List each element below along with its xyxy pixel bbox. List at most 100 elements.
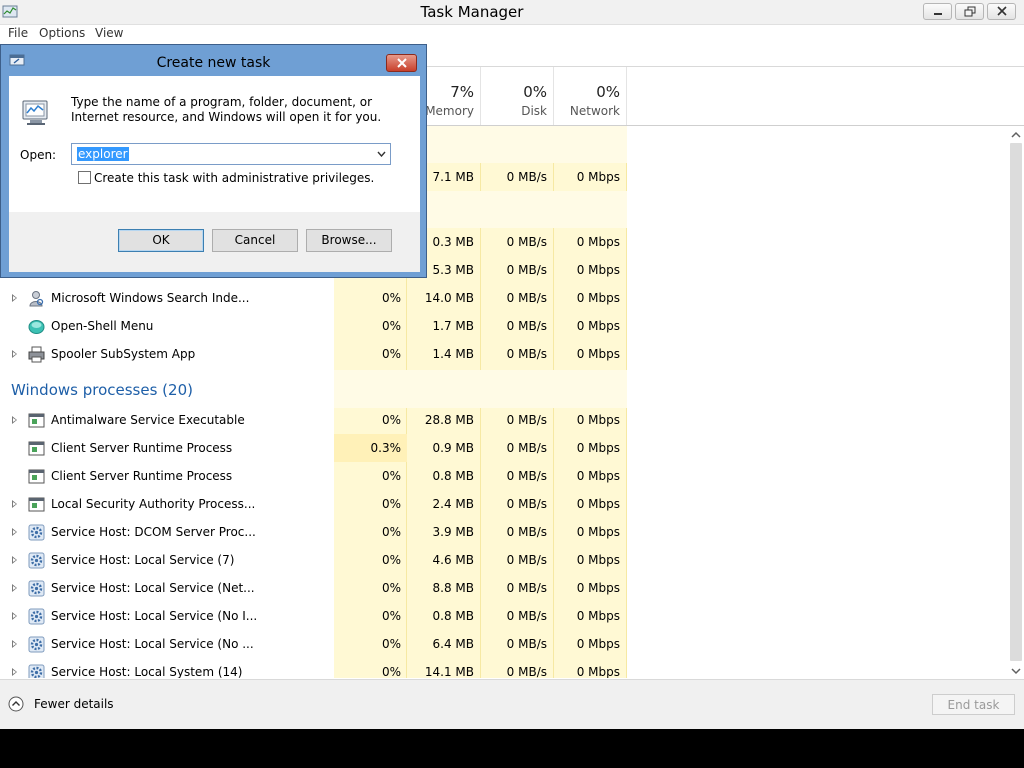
- column-disk[interactable]: 0% Disk: [481, 67, 554, 125]
- table-row[interactable]: Open-Shell Menu 0% 1.7 MB 0 MB/s 0 Mbps: [0, 312, 1007, 340]
- scroll-up-icon[interactable]: [1010, 129, 1022, 141]
- table-row[interactable]: Service Host: Local Service (Net... 0% 8…: [0, 574, 1007, 602]
- network-cell: 0 Mbps: [576, 319, 620, 333]
- minimize-icon: [934, 13, 942, 15]
- network-cell: 0 Mbps: [576, 170, 620, 184]
- table-row[interactable]: Microsoft Windows Search Inde... 0% 14.0…: [0, 284, 1007, 312]
- network-cell: 0 Mbps: [576, 347, 620, 361]
- chevron-down-icon[interactable]: [377, 151, 386, 157]
- disk-cell: 0 MB/s: [506, 263, 547, 277]
- disk-cell: 0 MB/s: [506, 553, 547, 567]
- network-cell: 0 Mbps: [576, 581, 620, 595]
- admin-privileges-checkbox[interactable]: [78, 171, 91, 184]
- scrollbar-thumb[interactable]: [1010, 143, 1022, 661]
- expand-chevron-icon[interactable]: [12, 584, 17, 592]
- table-row[interactable]: Local Security Authority Process... 0% 2…: [0, 490, 1007, 518]
- process-name: Service Host: Local Service (7): [51, 553, 235, 567]
- cpu-cell: 0.3%: [370, 441, 402, 455]
- table-row[interactable]: Spooler SubSystem App 0% 1.4 MB 0 MB/s 0…: [0, 340, 1007, 368]
- menu-options[interactable]: Options: [39, 26, 85, 40]
- close-icon: [997, 6, 1007, 16]
- open-combobox[interactable]: explorer: [71, 143, 391, 165]
- disk-cell: 0 MB/s: [506, 441, 547, 455]
- end-task-button[interactable]: End task: [932, 694, 1015, 715]
- run-program-icon: [22, 100, 48, 125]
- disk-cell: 0 MB/s: [506, 413, 547, 427]
- minimize-button[interactable]: [923, 3, 952, 20]
- title-bar[interactable]: Task Manager: [0, 0, 1024, 25]
- table-row[interactable]: Service Host: Local Service (No I... 0% …: [0, 602, 1007, 630]
- menu-view[interactable]: View: [95, 26, 123, 40]
- disk-label: Disk: [521, 104, 547, 118]
- disk-cell: 0 MB/s: [506, 469, 547, 483]
- cancel-button[interactable]: Cancel: [212, 229, 298, 252]
- open-input-value[interactable]: explorer: [77, 147, 129, 161]
- network-cell: 0 Mbps: [576, 637, 620, 651]
- expand-chevron-icon[interactable]: [12, 500, 17, 508]
- disk-cell: 0 MB/s: [506, 235, 547, 249]
- cpu-cell: 0%: [381, 347, 401, 361]
- memory-cell: 14.1 MB: [424, 665, 474, 678]
- process-name: Service Host: Local Service (No ...: [51, 637, 254, 651]
- table-row[interactable]: Service Host: DCOM Server Proc... 0% 3.9…: [0, 518, 1007, 546]
- admin-privileges-label[interactable]: Create this task with administrative pri…: [94, 171, 374, 185]
- network-cell: 0 Mbps: [576, 553, 620, 567]
- expand-chevron-icon[interactable]: [12, 668, 17, 676]
- dialog-close-button[interactable]: [386, 54, 417, 72]
- restore-button[interactable]: [955, 3, 984, 20]
- process-name: Service Host: Local System (14): [51, 665, 243, 678]
- expand-chevron-icon[interactable]: [12, 640, 17, 648]
- expand-chevron-icon[interactable]: [12, 350, 17, 358]
- expand-chevron-icon[interactable]: [12, 294, 17, 302]
- table-row[interactable]: Service Host: Local Service (7) 0% 4.6 M…: [0, 546, 1007, 574]
- process-name: Service Host: DCOM Server Proc...: [51, 525, 256, 539]
- cpu-cell: 0%: [381, 665, 401, 678]
- memory-cell: 2.4 MB: [432, 497, 474, 511]
- memory-cell: 4.6 MB: [432, 553, 474, 567]
- expand-chevron-icon[interactable]: [12, 612, 17, 620]
- memory-cell: 1.7 MB: [432, 319, 474, 333]
- memory-cell: 28.8 MB: [424, 413, 474, 427]
- expand-chevron-icon[interactable]: [12, 556, 17, 564]
- process-window-icon: [28, 413, 45, 428]
- close-button[interactable]: [987, 3, 1016, 20]
- table-row[interactable]: Antimalware Service Executable 0% 28.8 M…: [0, 406, 1007, 434]
- memory-cell: 0.8 MB: [432, 469, 474, 483]
- open-label: Open:: [20, 148, 57, 162]
- memory-cell: 0.8 MB: [432, 609, 474, 623]
- network-cell: 0 Mbps: [576, 469, 620, 483]
- scroll-down-icon[interactable]: [1010, 665, 1022, 677]
- process-window-icon: [28, 497, 45, 512]
- shell-menu-icon: [28, 320, 45, 334]
- table-row[interactable]: Service Host: Local Service (No ... 0% 6…: [0, 630, 1007, 658]
- disk-percent: 0%: [523, 83, 547, 101]
- browse-button[interactable]: Browse...: [306, 229, 392, 252]
- table-row[interactable]: Client Server Runtime Process 0% 0.8 MB …: [0, 462, 1007, 490]
- menu-file[interactable]: File: [8, 26, 28, 40]
- cpu-cell: 0%: [381, 497, 401, 511]
- windows-processes-group-header[interactable]: Windows processes (20): [11, 381, 193, 399]
- table-row[interactable]: Service Host: Local System (14) 0% 14.1 …: [0, 658, 1007, 678]
- fewer-details-link[interactable]: Fewer details: [34, 697, 114, 711]
- printer-icon: [28, 346, 45, 363]
- expand-chevron-icon[interactable]: [12, 528, 17, 536]
- column-network[interactable]: 0% Network: [554, 67, 627, 125]
- chevron-up-circle-icon[interactable]: [8, 696, 24, 712]
- network-cell: 0 Mbps: [576, 441, 620, 455]
- table-row[interactable]: Client Server Runtime Process 0.3% 0.9 M…: [0, 434, 1007, 462]
- disk-cell: 0 MB/s: [506, 170, 547, 184]
- ok-button[interactable]: OK: [118, 229, 204, 252]
- dialog-title-bar[interactable]: Create new task: [1, 45, 426, 75]
- menu-bar: File Options View: [0, 25, 1024, 43]
- disk-cell: 0 MB/s: [506, 291, 547, 305]
- window-title: Task Manager: [420, 3, 524, 21]
- dialog-title: Create new task: [156, 55, 271, 71]
- disk-cell: 0 MB/s: [506, 347, 547, 361]
- gear-icon: [28, 664, 45, 678]
- memory-cell: 3.9 MB: [432, 525, 474, 539]
- process-name: Spooler SubSystem App: [51, 347, 196, 361]
- process-name: Client Server Runtime Process: [51, 469, 233, 483]
- disk-cell: 0 MB/s: [506, 637, 547, 651]
- network-cell: 0 Mbps: [576, 263, 620, 277]
- expand-chevron-icon[interactable]: [12, 416, 17, 424]
